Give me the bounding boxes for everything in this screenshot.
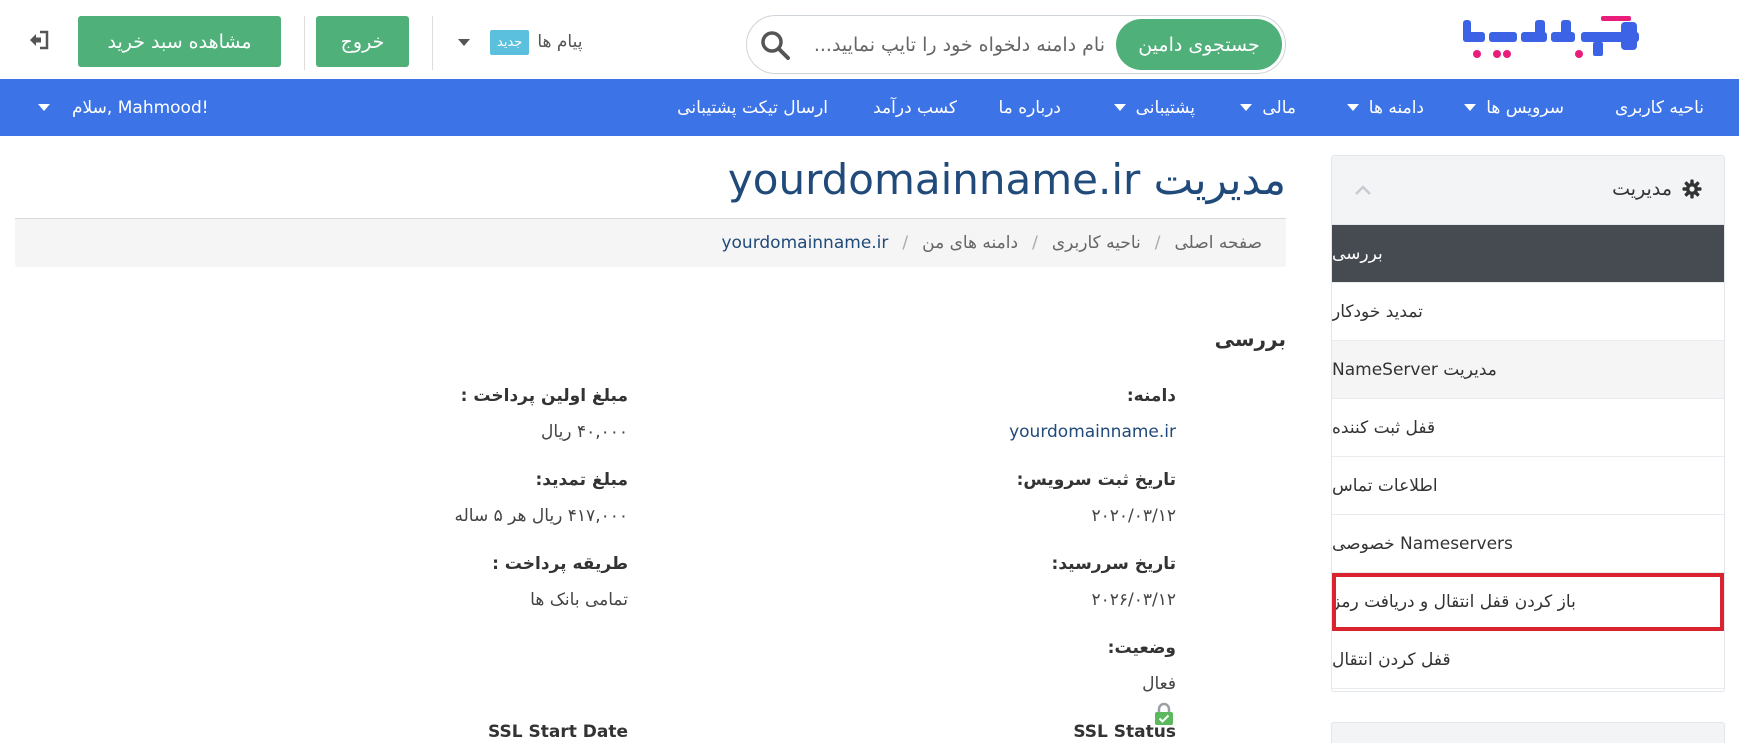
domain-link[interactable]: yourdomainname.ir [1009, 422, 1176, 442]
nav-billing[interactable]: مالی [1240, 79, 1296, 136]
nav-label: دامنه ها [1368, 97, 1424, 118]
nav-client-area[interactable]: ناحیه کاربری [1615, 79, 1704, 136]
field-label: طریقه پرداخت : [492, 554, 628, 574]
chevron-down-icon [1346, 104, 1359, 111]
sidebar-title-text: مدیریت [1612, 178, 1672, 200]
breadcrumb-separator: / [1154, 233, 1161, 253]
sidebar-item-label: Nameservers خصوصی [1332, 533, 1513, 554]
sidebar-item-auto-renew[interactable]: تمدید خودکار [1332, 283, 1724, 341]
field-label: تاریخ ثبت سرویس: [1016, 470, 1176, 490]
divider [432, 16, 433, 70]
breadcrumb-separator: / [1032, 233, 1038, 253]
sidebar-item-label: بررسی [1332, 243, 1383, 264]
main-navbar: ناحیه کاربری سرویس ها دامنه ها مالی پشتی… [0, 79, 1739, 136]
nav-label: مالی [1262, 97, 1296, 118]
chevron-down-icon [1240, 104, 1253, 111]
ssl-start-date-label: SSL Start Date [488, 722, 628, 742]
sidebar-item-label: مدیریت NameServer [1332, 359, 1497, 380]
field-label: تاریخ سررسید: [1051, 554, 1176, 574]
nav-open-ticket[interactable]: ارسال تیکت پشتیبانی [677, 79, 828, 136]
logout-button[interactable]: خروج [316, 16, 409, 67]
chevron-up-icon[interactable] [1354, 184, 1372, 196]
nav-affiliate[interactable]: کسب درآمد [873, 79, 957, 136]
field-value: فعال [1142, 674, 1176, 694]
field-label: مبلغ تمدید: [535, 470, 628, 490]
nav-label: پشتیبانی [1135, 97, 1195, 118]
field-label: دامنه: [1126, 386, 1176, 406]
messages-dropdown[interactable]: پیام ها جدید [458, 26, 582, 58]
breadcrumb-separator: / [902, 233, 909, 253]
nav-label: درباره ما [998, 97, 1062, 118]
search-icon[interactable] [759, 29, 791, 61]
ssl-status-label: SSL Status [1073, 722, 1176, 742]
domain-search-button[interactable]: جستجوی دامین [1116, 19, 1282, 70]
new-badge: جدید [490, 29, 530, 55]
field-first-payment: مبلغ اولین پرداخت : ۴۰,۰۰۰ ریال [461, 386, 628, 442]
field-value: ۲۰۲۶/۰۳/۱۲ [1091, 590, 1176, 610]
nav-label: ارسال تیکت پشتیبانی [677, 97, 828, 118]
nav-label: سرویس ها [1486, 97, 1564, 118]
sidebar-item-overview[interactable]: بررسی [1332, 225, 1724, 283]
breadcrumb: صفحه اصلی / ناحیه کاربری / دامنه های من … [15, 219, 1286, 267]
domain-search-input[interactable] [805, 24, 1105, 66]
field-value: ۴۱۷,۰۰۰ ریال هر ۵ ساله [454, 506, 629, 526]
sidebar-item-label: تمدید خودکار [1332, 301, 1423, 322]
messages-label: پیام ها [537, 32, 583, 52]
nav-services[interactable]: سرویس ها [1464, 79, 1564, 136]
nav-label: ناحیه کاربری [1615, 97, 1704, 118]
sidebar-item-label: اطلاعات تماس [1332, 475, 1438, 496]
user-menu[interactable]: سلام, Mahmood! [38, 79, 209, 136]
divider [304, 16, 305, 70]
nav-label: کسب درآمد [873, 97, 957, 118]
breadcrumb-current: yourdomainname.ir [721, 233, 889, 253]
page-title: مدیریت yourdomainname.ir [727, 155, 1286, 204]
chevron-down-icon [1464, 104, 1477, 111]
domain-search-box: جستجوی دامین [746, 15, 1286, 74]
sidebar-title: مدیریت [1612, 178, 1702, 200]
field-domain: دامنه: yourdomainname.ir [1009, 386, 1176, 442]
nav-support[interactable]: پشتیبانی [1113, 79, 1195, 136]
view-cart-button[interactable]: مشاهده سبد خرید [78, 16, 281, 67]
field-value: تمامی بانک ها [530, 590, 628, 610]
nav-about[interactable]: درباره ما [999, 79, 1062, 136]
sidebar-item-label: قفل کردن انتقال [1332, 649, 1451, 670]
breadcrumb-my-domains[interactable]: دامنه های من [922, 233, 1018, 253]
sidebar-item-label: باز کردن قفل انتقال و دریافت رمز [1332, 591, 1576, 612]
sidebar-item-contact-info[interactable]: اطلاعات تماس [1332, 457, 1724, 515]
gear-icon [1682, 179, 1702, 199]
field-registration-date: تاریخ ثبت سرویس: ۲۰۲۰/۰۳/۱۲ [1017, 470, 1176, 526]
user-greeting: سلام, Mahmood! [72, 97, 209, 118]
chevron-down-icon [458, 38, 470, 46]
section-title: بررسی [1214, 327, 1286, 351]
field-label: وضعیت: [1107, 638, 1176, 658]
chevron-down-icon [1113, 104, 1126, 111]
breadcrumb-client-area[interactable]: ناحیه کاربری [1052, 233, 1141, 253]
field-renewal-amount: مبلغ تمدید: ۴۱۷,۰۰۰ ریال هر ۵ ساله [455, 470, 629, 526]
field-due-date: تاریخ سررسید: ۲۰۲۶/۰۳/۱۲ [1052, 554, 1176, 610]
sidebar-item-private-nameservers[interactable]: Nameservers خصوصی [1332, 515, 1724, 573]
sidebar-item-nameserver-manage[interactable]: مدیریت NameServer [1332, 341, 1724, 399]
brand-logo[interactable] [1461, 14, 1641, 64]
sidebar-item-registrar-lock[interactable]: قفل ثبت کننده [1332, 399, 1724, 457]
sidebar-header[interactable]: مدیریت [1332, 156, 1724, 225]
sidebar-item-label: قفل ثبت کننده [1332, 417, 1436, 438]
sidebar-item-lock-transfer[interactable]: قفل کردن انتقال [1332, 631, 1724, 689]
field-value: ۴۰,۰۰۰ ریال [541, 422, 628, 442]
field-value: ۲۰۲۰/۰۳/۱۲ [1091, 506, 1176, 526]
nav-domains[interactable]: دامنه ها [1346, 79, 1424, 136]
sign-out-icon[interactable] [28, 30, 50, 50]
sidebar-item-unlock-transfer[interactable]: باز کردن قفل انتقال و دریافت رمز [1332, 573, 1724, 631]
breadcrumb-home[interactable]: صفحه اصلی [1175, 233, 1262, 253]
field-status: وضعیت: فعال [1108, 638, 1176, 694]
field-label: مبلغ اولین پرداخت : [460, 386, 628, 406]
field-payment-method: طریقه پرداخت : تمامی بانک ها [492, 554, 628, 610]
manage-sidebar: مدیریت بررسی تمدید خودکار مدیریت NameSer… [1331, 155, 1725, 692]
next-sidebar-panel [1331, 722, 1725, 743]
top-header: جستجوی دامین پیام ها جدید خروج مشاهده سب… [0, 0, 1739, 79]
chevron-down-icon [38, 104, 50, 111]
